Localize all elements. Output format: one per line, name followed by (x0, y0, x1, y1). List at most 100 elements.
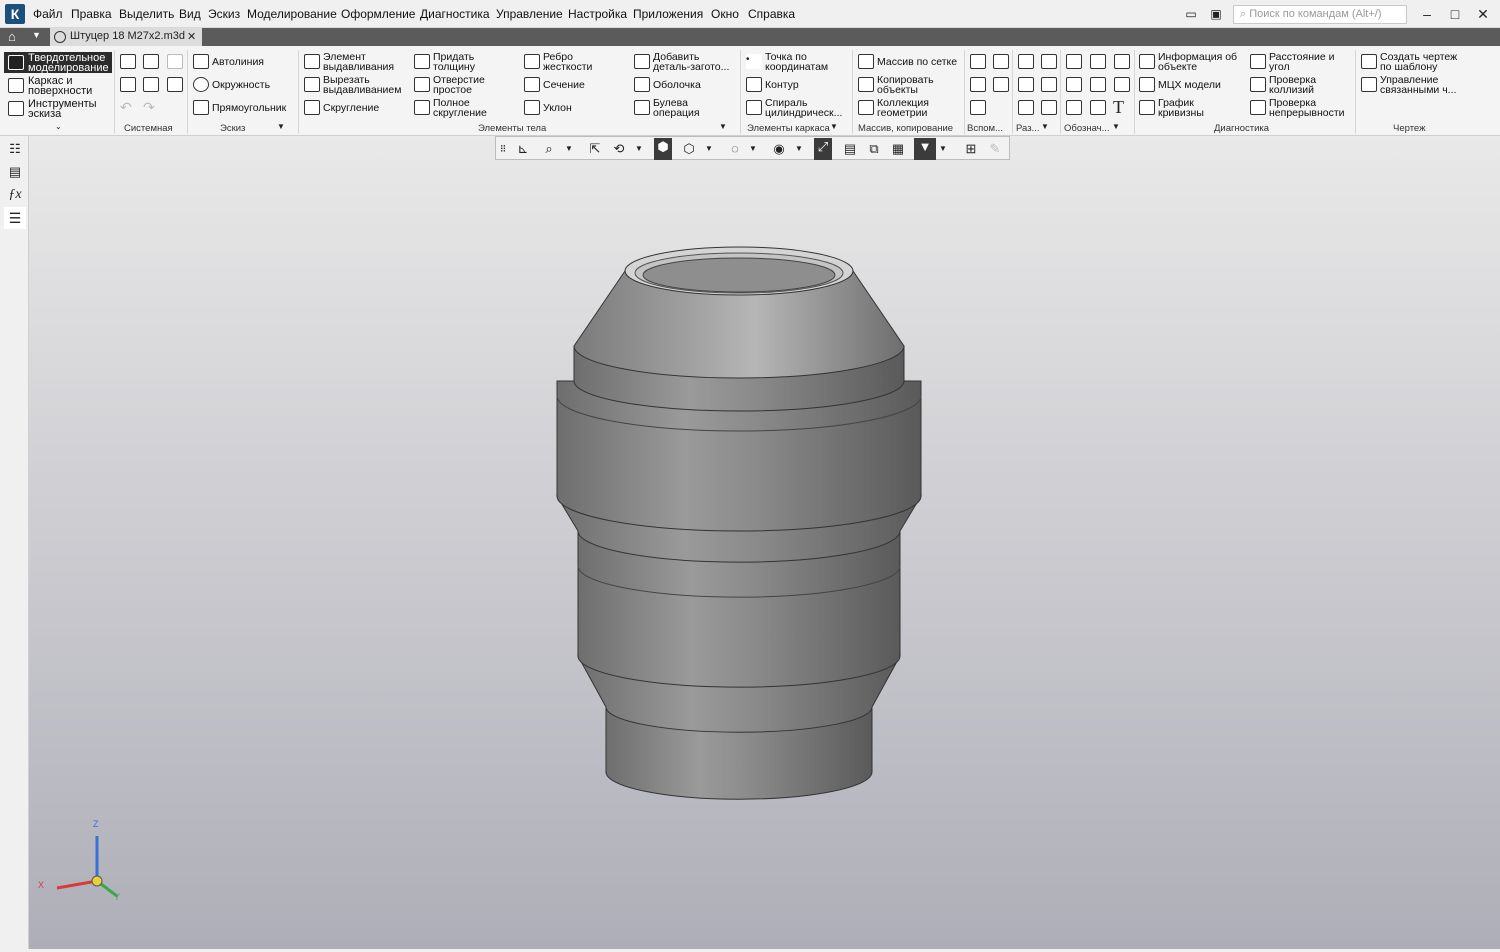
fold-icon[interactable] (1041, 100, 1057, 115)
distance-angle-button[interactable]: Расстояние и угол (1269, 52, 1335, 73)
zoom-icon[interactable]: ⌕ (540, 140, 558, 158)
menu-sketch[interactable]: Эскиз (208, 7, 240, 21)
extrude-button[interactable]: Элемент выдавливания (323, 52, 394, 73)
hide-dropdown-icon[interactable]: ▼ (748, 140, 758, 158)
cs-icon[interactable] (970, 77, 986, 92)
contour-button[interactable]: Контур (765, 80, 799, 91)
mass-props-button[interactable]: МЦХ модели (1158, 80, 1221, 91)
leader-icon[interactable] (1090, 54, 1106, 69)
rotate-icon[interactable]: ⟲ (610, 140, 628, 158)
line-icon[interactable] (970, 100, 986, 115)
tolerance-icon[interactable] (1114, 77, 1130, 92)
axis-icon[interactable] (993, 54, 1009, 69)
fillet-button[interactable]: Скругление (323, 103, 379, 114)
redo-icon[interactable]: ↷ (143, 99, 155, 116)
tabs-dropdown-icon[interactable]: ▼ (32, 30, 41, 40)
model-tree-icon[interactable]: ☷ (4, 138, 26, 160)
toolbar-grip-icon[interactable]: ⠿ (498, 140, 508, 158)
app-logo-icon[interactable]: К (5, 4, 25, 24)
menu-file[interactable]: Файл (33, 7, 63, 21)
draft-button[interactable]: Уклон (543, 103, 572, 114)
orientation-icon[interactable]: ⊾ (514, 140, 532, 158)
print-icon[interactable] (120, 77, 136, 92)
close-tab-icon[interactable]: ✕ (187, 30, 196, 43)
mask-icon[interactable] (1018, 77, 1034, 92)
boolean-button[interactable]: Булева операция (653, 98, 700, 119)
wireframe-icon[interactable]: ⬡ (680, 140, 698, 158)
bend-icon[interactable] (1041, 54, 1057, 69)
sheet-icon[interactable] (1018, 54, 1034, 69)
hide-icon[interactable]: ◌ (726, 140, 744, 158)
body-dropdown-icon[interactable]: ▼ (719, 122, 727, 131)
save-as-icon[interactable] (167, 77, 183, 92)
menu-diagnostics[interactable]: Диагностика (420, 7, 490, 21)
shaded-icon[interactable]: ⬢ (654, 138, 672, 160)
preview-icon[interactable] (143, 77, 159, 92)
properties-icon[interactable]: ▤ (4, 161, 26, 183)
helix-button[interactable]: Спираль цилиндрическ... (765, 98, 842, 119)
notation-dropdown-icon[interactable]: ▼ (1112, 122, 1120, 131)
menu-help[interactable]: Справка (748, 7, 795, 21)
display-dropdown-icon[interactable]: ▼ (704, 140, 714, 158)
copy-view-icon[interactable]: ⧉ (865, 140, 883, 158)
menu-design[interactable]: Оформление (341, 7, 415, 21)
variables-icon[interactable]: ƒx (4, 184, 26, 206)
copy-objects-button[interactable]: Копировать объекты (877, 75, 934, 96)
thicken-button[interactable]: Придать толщину (433, 52, 475, 73)
section-button[interactable]: Сечение (543, 80, 585, 91)
angle-dim-icon[interactable] (1090, 77, 1106, 92)
mode-surface[interactable]: Каркас и поверхности (28, 76, 92, 97)
pan-icon[interactable]: ⇱ (586, 140, 604, 158)
weld-icon[interactable] (1090, 100, 1106, 115)
sketch-dropdown-icon[interactable]: ▼ (277, 122, 285, 131)
camera-dropdown-icon[interactable]: ▼ (794, 140, 804, 158)
measure-icon[interactable]: ⊞ (962, 140, 980, 158)
grid-array-button[interactable]: Массив по сетке (877, 57, 957, 68)
section-view-icon[interactable]: ▤ (841, 140, 859, 158)
point-coords-button[interactable]: Точка по координатам (765, 52, 828, 73)
menu-view[interactable]: Вид (179, 7, 201, 21)
object-info-button[interactable]: Информация об объекте (1158, 52, 1237, 73)
menu-window[interactable]: Окно (711, 7, 739, 21)
thread-icon[interactable] (1066, 54, 1082, 69)
menu-manage[interactable]: Управление (496, 7, 563, 21)
base-icon[interactable] (1066, 100, 1082, 115)
maximize-icon[interactable]: □ (1444, 4, 1466, 24)
plane-icon[interactable] (970, 54, 986, 69)
unfold-icon[interactable] (1018, 100, 1034, 115)
dimension-icon[interactable] (1066, 77, 1082, 92)
layout-icon[interactable]: ▭ (1180, 4, 1202, 24)
undo-icon[interactable]: ↶ (120, 99, 132, 116)
layers-view-icon[interactable]: ▦ (889, 140, 907, 158)
tab-document[interactable]: Штуцер 18 M27x2.m3d ✕ (50, 28, 202, 46)
edge-icon[interactable] (1041, 77, 1057, 92)
expand-modes-icon[interactable]: ⌄ (55, 122, 62, 131)
curvature-button[interactable]: График кривизны (1158, 98, 1204, 119)
collision-check-button[interactable]: Проверка коллизий (1269, 75, 1316, 96)
filter-icon[interactable]: ▼ (914, 138, 936, 160)
snap-icon[interactable]: ⤢ (814, 138, 832, 160)
menu-edit[interactable]: Правка (71, 7, 112, 21)
rib-button[interactable]: Ребро жесткости (543, 52, 592, 73)
close-window-icon[interactable]: ✕ (1472, 4, 1494, 24)
zoom-dropdown-icon[interactable]: ▼ (564, 140, 574, 158)
point-aux-icon[interactable] (993, 77, 1009, 92)
filter-dropdown-icon[interactable]: ▼ (938, 140, 948, 158)
minimize-icon[interactable]: – (1416, 4, 1438, 24)
menu-select[interactable]: Выделить (119, 7, 174, 21)
cut-extrude-button[interactable]: Вырезать выдавливанием (323, 75, 401, 96)
roughness-icon[interactable] (1114, 54, 1130, 69)
continuity-check-button[interactable]: Проверка непрерывности (1269, 98, 1345, 119)
panel-icon[interactable]: ▣ (1205, 4, 1227, 24)
pipette-icon[interactable]: ✎ (986, 140, 1004, 158)
mode-solid[interactable]: Твердотельное моделирование (28, 53, 109, 74)
autoline-button[interactable]: Автолиния (212, 57, 264, 68)
new-file-icon[interactable] (120, 54, 136, 69)
text-icon[interactable]: T (1113, 97, 1124, 118)
menu-settings[interactable]: Настройка (568, 7, 627, 21)
circle-button[interactable]: Окружность (212, 80, 270, 91)
menu-apps[interactable]: Приложения (633, 7, 703, 21)
layers-icon[interactable]: ☰ (4, 207, 26, 229)
create-drawing-button[interactable]: Создать чертеж по шаблону (1380, 52, 1457, 73)
open-folder-icon[interactable] (143, 54, 159, 69)
